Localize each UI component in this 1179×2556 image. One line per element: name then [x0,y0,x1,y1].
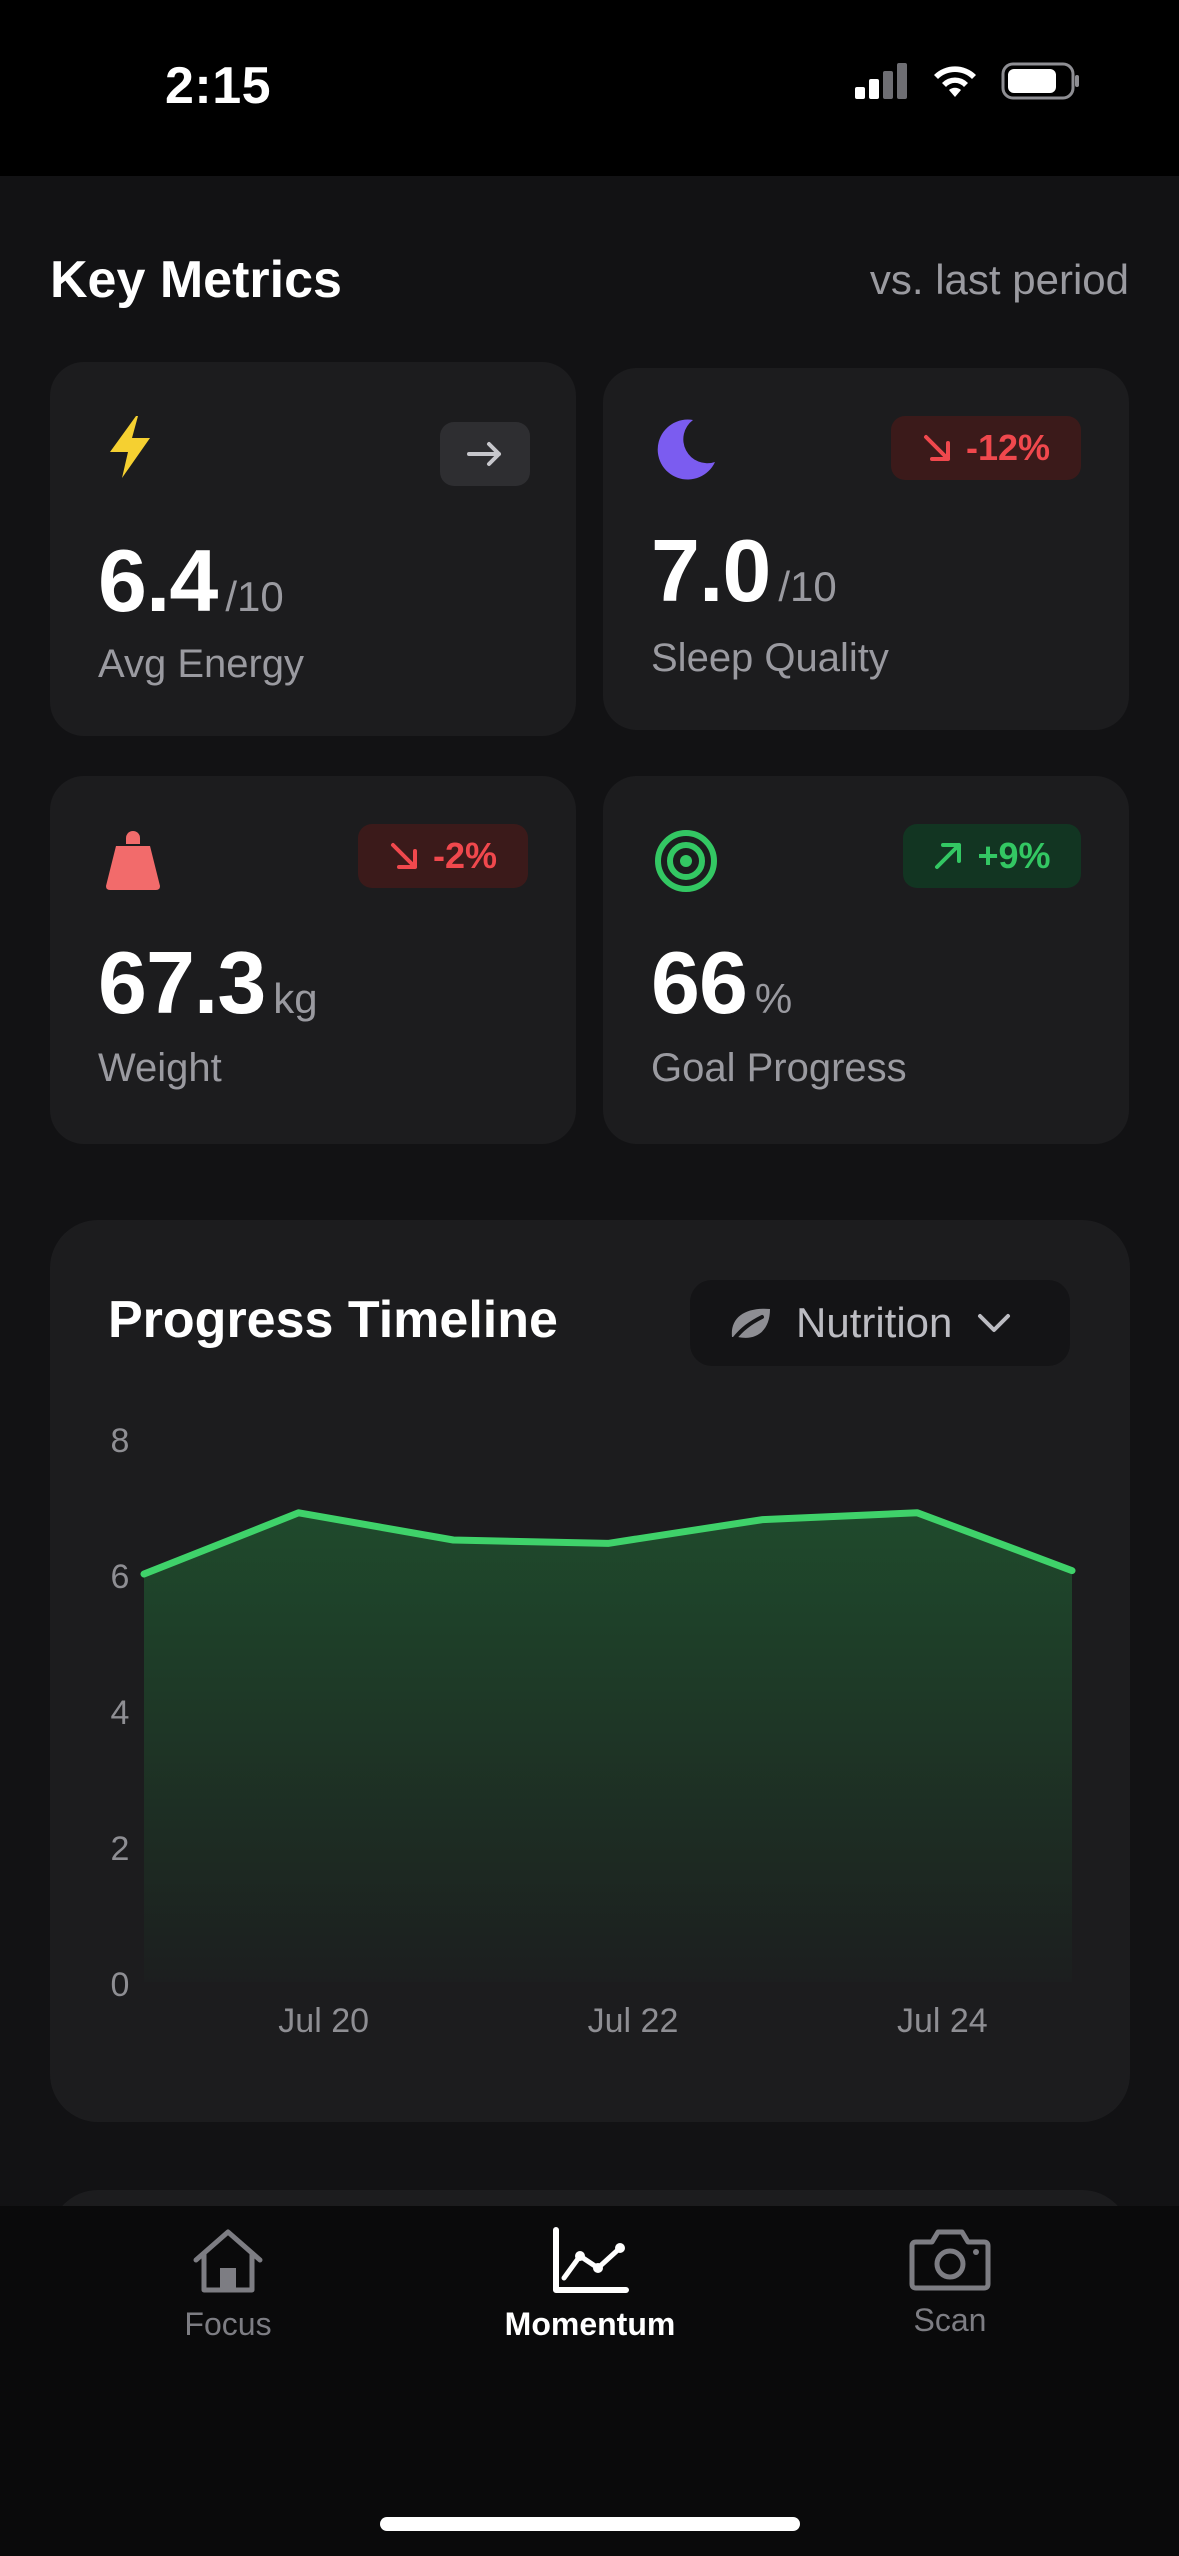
metric-unit: /10 [778,563,837,610]
tab-label: Scan [913,2302,987,2338]
metric-number: 7.0 [651,521,771,620]
trend-value: -12% [965,427,1051,468]
trend-badge: +9% [903,824,1081,888]
section-title: Key Metrics [50,251,342,309]
chart-icon [553,2227,629,2293]
timeline-chart: 0 2 4 6 8 Jul 20 Jul 22 Jul 24 [111,1422,1076,2040]
metric-value: 6.4 /10 [98,530,284,632]
progress-timeline-card: Progress Timeline Nutrition 0 2 4 6 8 Jul 20 J… [50,1220,1130,2122]
metric-label: Avg Energy [98,642,305,686]
tab-bar: Focus Momentum Scan [0,2206,1179,2556]
metric-value: 7.0 /10 [651,520,837,622]
status-bar: 2:15 [0,0,1179,176]
camera-icon [909,2229,991,2291]
tab-momentum[interactable]: Momentum [460,2226,720,2343]
tab-scan[interactable]: Scan [820,2226,1080,2339]
metric-card-energy[interactable]: 6.4 /10 Avg Energy [50,362,576,736]
metric-label: Weight [98,1046,222,1090]
tab-label: Momentum [504,2306,676,2342]
metric-number: 6.4 [98,531,218,630]
arrow-right-icon [467,442,501,466]
metric-card-sleep[interactable]: -12% 7.0 /10 Sleep Quality [603,368,1129,730]
metrics-section-header: Key Metrics vs. last period [50,250,1129,310]
home-indicator [380,2517,800,2531]
arrow-up-right-icon [935,843,962,869]
y-tick-label: 0 [111,1966,130,2004]
cellular-signal-icon [855,63,907,99]
arrow-down-right-icon [390,843,417,869]
y-tick-label: 2 [111,1830,130,1868]
metric-label: Sleep Quality [651,636,889,680]
home-icon [193,2229,263,2293]
trend-value: +9% [977,835,1051,876]
tab-focus[interactable]: Focus [98,2226,358,2343]
metric-unit: /10 [225,573,284,620]
target-icon [655,830,717,892]
battery-icon [1001,62,1079,100]
wifi-icon [934,66,976,97]
metric-label: Goal Progress [651,1046,907,1090]
y-tick-label: 8 [111,1422,130,1460]
status-icons [855,62,1081,100]
metric-value: 67.3 kg [98,932,318,1034]
x-tick-label: Jul 22 [588,2002,679,2040]
comparison-label: vs. last period [869,256,1129,303]
metric-number: 67.3 [98,933,266,1032]
status-time: 2:15 [165,57,272,115]
x-tick-label: Jul 24 [897,2002,988,2040]
series-area [144,1512,1072,1982]
weight-icon [106,831,160,890]
metric-unit: % [754,975,793,1022]
tab-label: Focus [184,2306,272,2342]
arrow-down-right-icon [923,435,950,461]
lightning-icon [110,416,150,478]
y-tick-label: 4 [111,1694,130,1732]
metric-value: 66 % [651,932,792,1034]
trend-badge: -12% [891,416,1081,480]
x-tick-label: Jul 20 [278,2002,369,2040]
trend-badge [440,422,530,486]
metric-number: 66 [651,933,748,1032]
metric-unit: kg [273,975,318,1022]
moon-icon [657,419,715,480]
trend-value: -2% [432,835,498,876]
metric-card-weight[interactable]: -2% 67.3 kg Weight [50,776,576,1144]
metric-card-goal[interactable]: +9% 66 % Goal Progress [603,776,1129,1144]
y-tick-label: 6 [111,1558,130,1596]
trend-badge: -2% [358,824,528,888]
